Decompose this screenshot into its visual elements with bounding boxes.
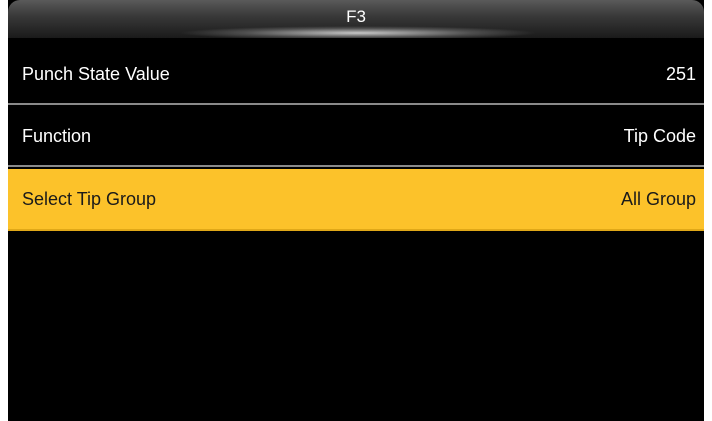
- menu-item-label: Select Tip Group: [22, 189, 157, 209]
- menu-item-punch-state-value[interactable]: Punch State Value 251: [8, 45, 704, 105]
- device-screen: F3 Punch State Value 251 Function Tip Co…: [8, 0, 704, 421]
- menu-item-label: Function: [22, 126, 92, 146]
- menu-item-value: All Group: [620, 189, 696, 209]
- menu-item-select-tip-group[interactable]: Select Tip Group All Group: [8, 169, 704, 231]
- menu-item-value: 251: [665, 64, 696, 84]
- menu-item-label: Punch State Value: [22, 64, 170, 84]
- page-title: F3: [346, 7, 366, 26]
- menu-item-value: Tip Code: [623, 126, 696, 146]
- title-bar: F3: [8, 0, 704, 38]
- menu-item-function[interactable]: Function Tip Code: [8, 107, 704, 167]
